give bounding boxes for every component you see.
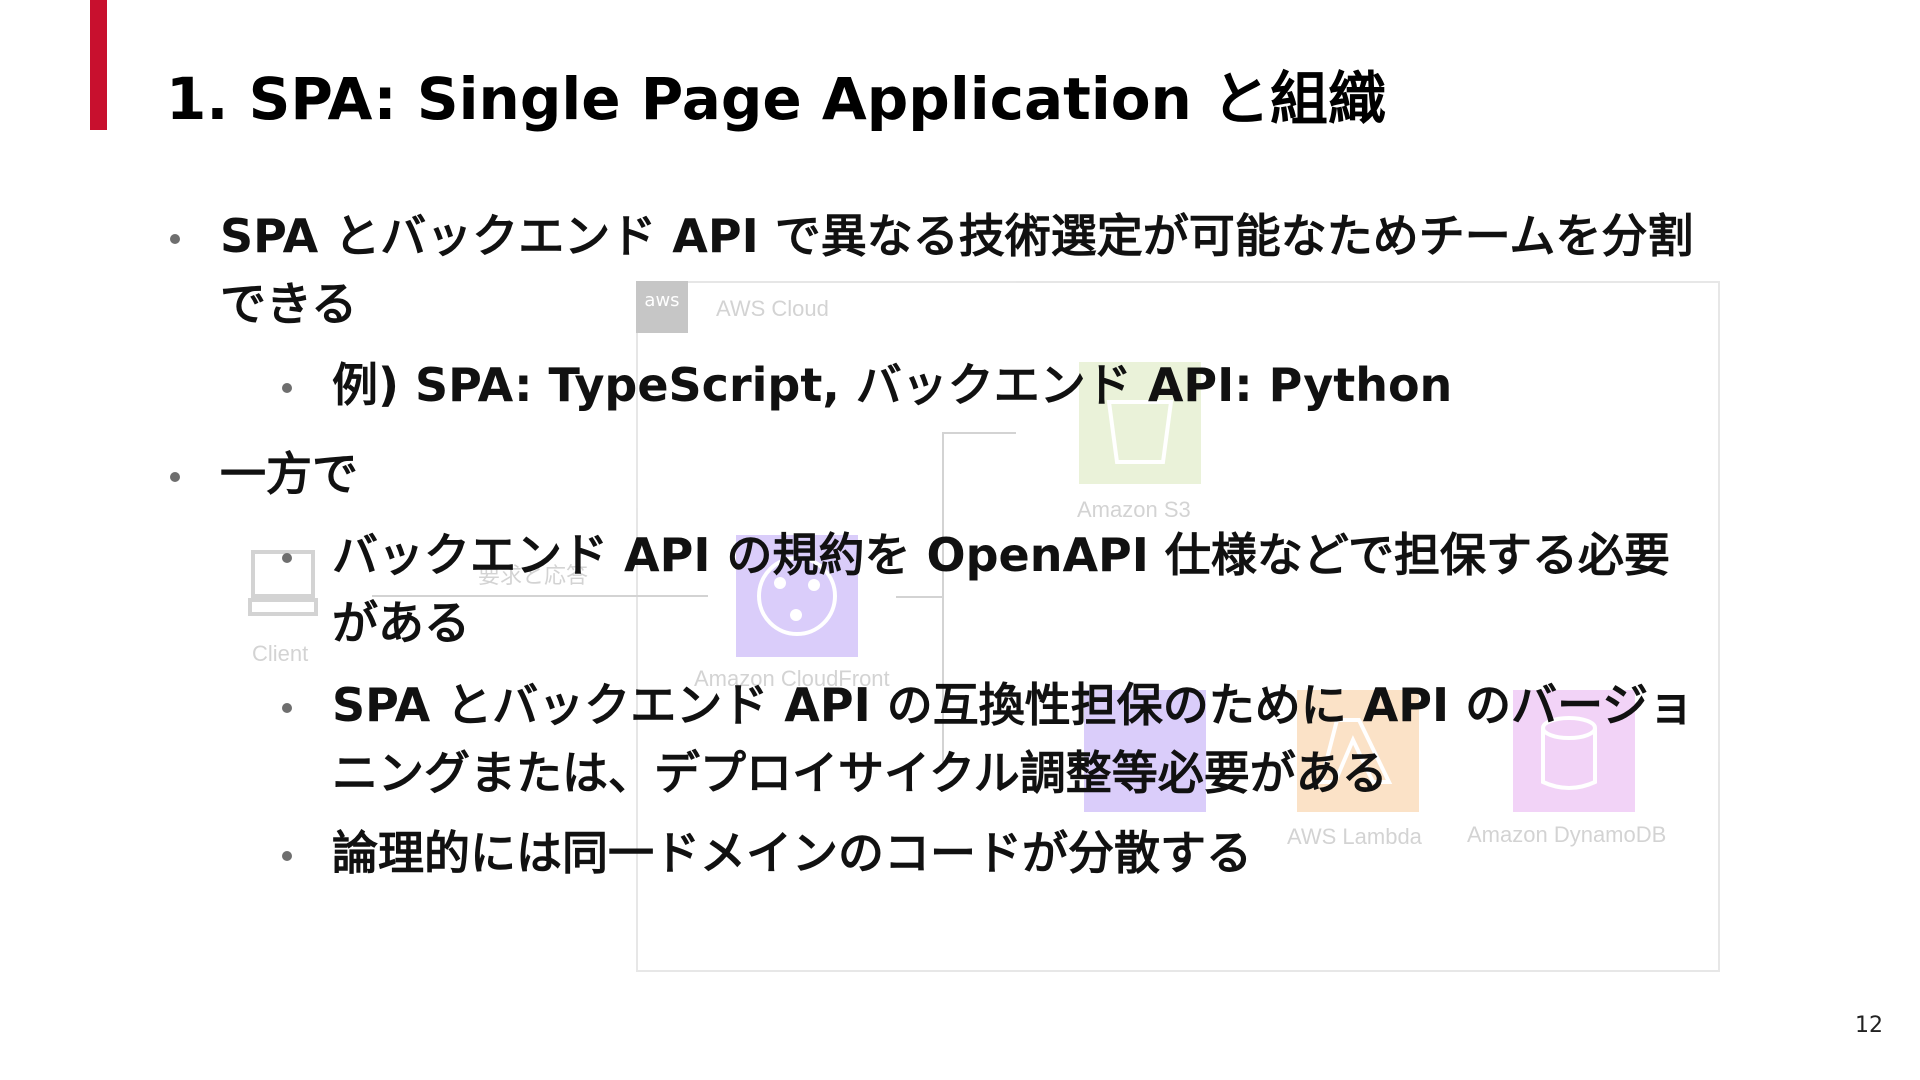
slide-number: 12 [1855, 1013, 1883, 1038]
bullet-2: 一方で [220, 447, 358, 501]
bullet-1-line-2: できる [220, 277, 358, 331]
bullet-dot [282, 851, 292, 861]
bullet-2-sub-1-line-1: バックエンド API の規約を OpenAPI 仕様などで担保する必要 [332, 528, 1670, 582]
client-label: Client [252, 641, 309, 666]
bullet-dot [170, 234, 180, 244]
bullet-2-sub-2-line-1: SPA とバックエンド API の互換性担保のために API のバージョ [332, 678, 1695, 732]
bullet-dot [282, 553, 292, 563]
slide-title: 1. SPA: Single Page Application と組織 [166, 65, 1387, 133]
to-s3-arrow [942, 432, 1016, 434]
bullet-2-sub-2-line-2: ニングまたは、デプロイサイクル調整等必要がある [332, 746, 1388, 800]
cloudfront-connector [896, 596, 942, 598]
dynamodb-label: Amazon DynamoDB [1467, 822, 1667, 847]
bullet-2-sub-1-line-2: がある [332, 596, 470, 650]
bullet-1-line-1: SPA とバックエンド API で異なる技術選定が可能なためチームを分割 [220, 209, 1694, 263]
bullet-dot [282, 383, 292, 393]
title-accent-bar [90, 0, 107, 130]
bullet-dot [170, 472, 180, 482]
aws-cloud-label: AWS Cloud [716, 296, 829, 321]
aws-logo-icon: aws [636, 281, 688, 333]
s3-label: Amazon S3 [1077, 497, 1191, 522]
bullet-dot [282, 703, 292, 713]
bullet-1-sub-1: 例) SPA: TypeScript, バックエンド API: Python [332, 358, 1453, 412]
lambda-label: AWS Lambda [1287, 824, 1422, 849]
bullet-2-sub-3: 論理的には同一ドメインのコードが分散する [332, 826, 1252, 880]
